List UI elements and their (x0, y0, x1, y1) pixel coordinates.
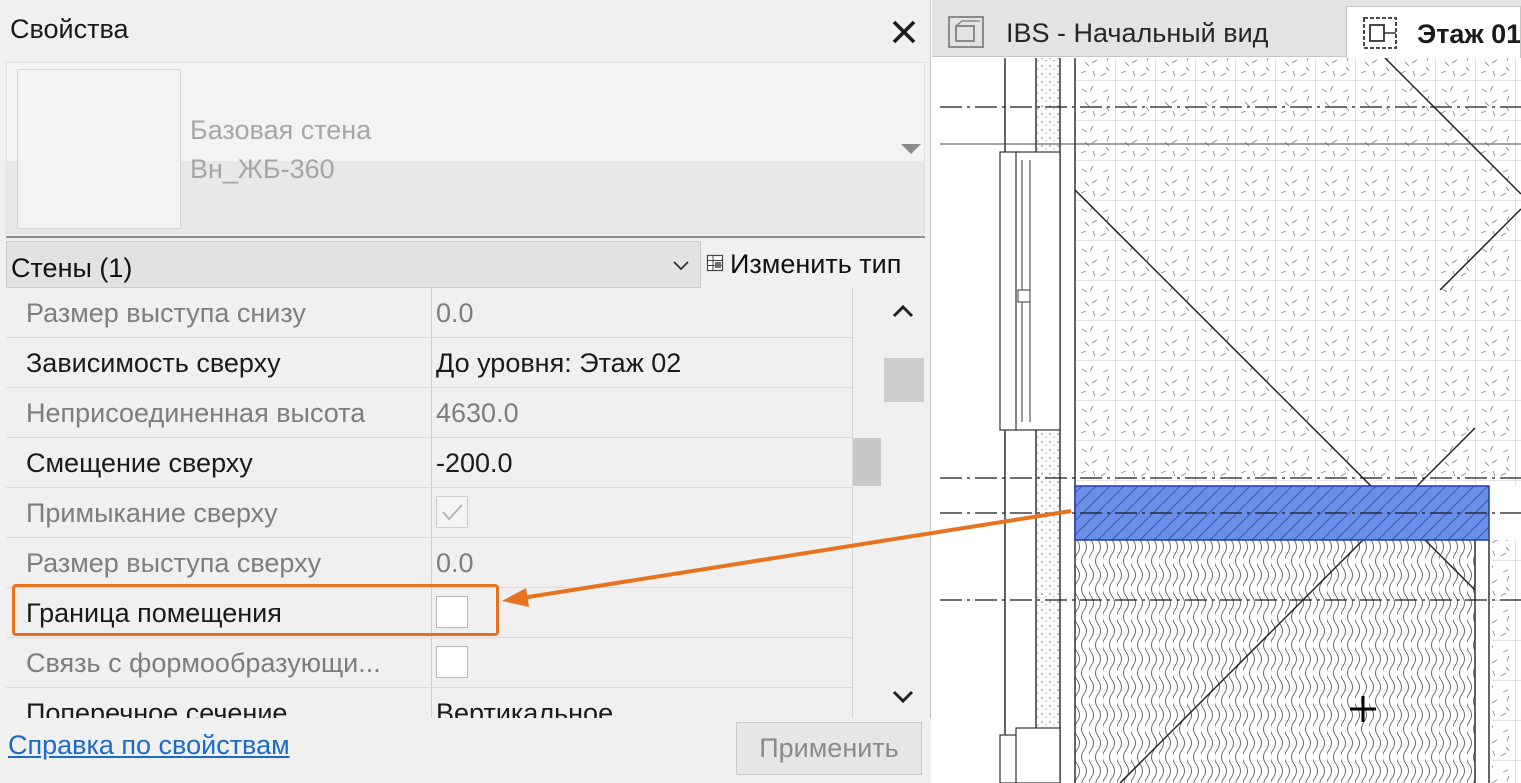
tab-label: IBS - Начальный вид (1006, 18, 1269, 48)
property-name: Примыкание сверху (26, 498, 278, 528)
drawing-canvas[interactable] (932, 58, 1521, 783)
property-value[interactable]: -200.0 (436, 448, 513, 479)
type-family-name: Базовая стена (190, 115, 372, 145)
apply-button[interactable]: Применить (736, 722, 922, 775)
chevron-up-icon[interactable] (882, 294, 925, 328)
property-name: Неприсоединенная высота (26, 398, 366, 428)
column-scroll-strip[interactable] (852, 288, 881, 718)
edit-type-label: Изменить тип (730, 249, 902, 279)
property-value[interactable]: До уровня: Этаж 02 (436, 348, 681, 379)
properties-scrollbar[interactable] (882, 288, 925, 718)
property-value[interactable]: Вертикальное (436, 698, 613, 718)
property-row[interactable]: Примыкание сверху (6, 488, 852, 538)
tab-floor-plan[interactable]: Этаж 01 (1346, 6, 1521, 58)
top-attach-checkbox[interactable] (436, 496, 468, 528)
view-tab-bar: IBS - Начальный вид Этаж 01 (932, 0, 1521, 58)
mass-link-checkbox[interactable] (436, 646, 468, 678)
close-button[interactable] (884, 12, 924, 52)
window-element (999, 151, 1061, 431)
property-row[interactable]: Связь с формообразующи... (6, 638, 852, 688)
scroll-thumb[interactable] (884, 358, 924, 402)
dropdown-arrow-icon[interactable] (899, 141, 923, 157)
palette-footer: Справка по свойствам Применить (0, 718, 931, 783)
property-row[interactable]: Размер выступа снизу 0.0 (6, 288, 852, 338)
property-name: Размер выступа сверху (26, 548, 322, 578)
property-row[interactable]: Смещение сверху -200.0 (6, 438, 852, 488)
property-name: Размер выступа снизу (26, 298, 306, 328)
property-value: 0.0 (436, 548, 474, 578)
property-row[interactable]: Поперечное сечение Вертикальное (6, 688, 852, 718)
property-name: Поперечное сечение (26, 698, 288, 718)
edit-type-button[interactable]: Изменить тип (704, 246, 924, 286)
property-row[interactable]: Неприсоединенная высота 4630.0 (6, 388, 852, 438)
floor-plan-icon (1363, 17, 1397, 49)
element-filter-label: Стены (1) (11, 253, 133, 283)
close-icon (892, 20, 916, 44)
palette-header: Свойства (0, 0, 931, 60)
chevron-down-icon[interactable] (882, 680, 925, 714)
property-name: Зависимость сверху (26, 348, 281, 378)
properties-grid: Размер выступа снизу 0.0 Зависимость све… (6, 288, 852, 718)
3d-view-icon (948, 16, 984, 48)
property-value: 4630.0 (436, 398, 519, 428)
edit-type-icon (706, 254, 724, 272)
property-row[interactable]: Зависимость сверху До уровня: Этаж 02 (6, 338, 852, 388)
floor-tile-hatch (1075, 58, 1521, 486)
type-name: Вн_ЖБ-360 (190, 154, 335, 184)
column-scroll-thumb[interactable] (853, 438, 881, 486)
property-value: 0.0 (436, 298, 474, 328)
type-preview-image (17, 69, 181, 229)
property-name: Смещение сверху (26, 448, 253, 478)
wall-room-hatch (1075, 540, 1475, 783)
properties-help-link[interactable]: Справка по свойствам (8, 730, 290, 761)
palette-title: Свойства (10, 14, 129, 44)
tab-label: Этаж 01 (1417, 19, 1521, 49)
room-bounding-highlight (12, 584, 499, 636)
chevron-down-icon (673, 261, 689, 271)
checkmark-icon (442, 504, 463, 521)
type-selector[interactable]: Базовая стена Вн_ЖБ-360 (6, 62, 925, 235)
element-filter-dropdown[interactable]: Стены (1) (6, 241, 701, 288)
properties-palette: Свойства Базовая стена Вн_ЖБ-360 Стены (… (0, 0, 931, 783)
property-name: Связь с формообразующи... (26, 648, 381, 678)
tab-start-view[interactable]: IBS - Начальный вид (932, 6, 1342, 57)
property-row[interactable]: Размер выступа сверху 0.0 (6, 538, 852, 588)
